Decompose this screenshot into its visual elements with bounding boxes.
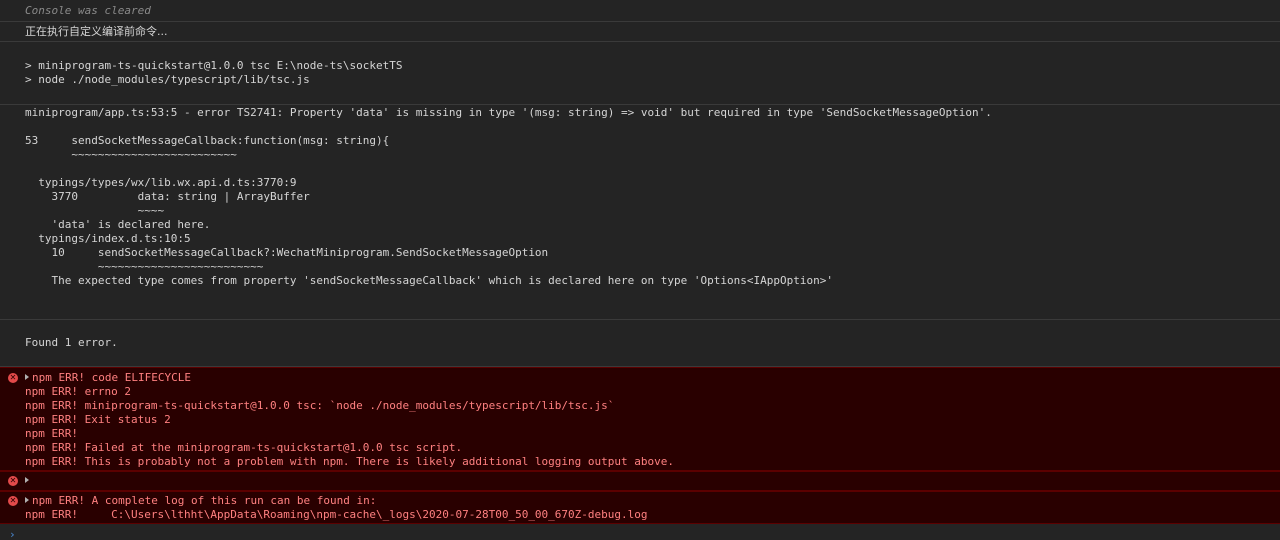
- tsc-output-line: 3770 data: string | ArrayBuffer: [25, 190, 310, 203]
- console-panel: Console was cleared 正在执行自定义编译前命令... > mi…: [0, 0, 1280, 540]
- found-text: Found 1 error.: [25, 336, 118, 349]
- prompt-chevron-icon: ›: [9, 528, 16, 540]
- console-prompt: ›: [0, 526, 1280, 540]
- error-circle-icon: ✕: [8, 373, 18, 383]
- error-circle-icon: ✕: [8, 476, 18, 486]
- info-text: 正在执行自定义编译前命令...: [25, 25, 168, 38]
- console-error-message: ✕ npm ERR! code ELIFECYCLE npm ERR! errn…: [0, 367, 1280, 471]
- console-command-message: > miniprogram-ts-quickstart@1.0.0 tsc E:…: [0, 42, 1280, 105]
- console-tsc-output-message: miniprogram/app.ts:53:5 - error TS2741: …: [0, 105, 1280, 320]
- tsc-output-line: typings/index.d.ts:10:5: [25, 232, 191, 245]
- tsc-output-line: ~~~~: [25, 204, 165, 217]
- triangle-right-icon: [25, 497, 29, 503]
- tsc-output-line: 'data' is declared here.: [25, 218, 211, 231]
- error-line: npm ERR! A complete log of this run can …: [32, 494, 377, 507]
- console-input[interactable]: [25, 526, 1265, 540]
- tsc-output-line: The expected type comes from property 's…: [25, 274, 833, 287]
- error-line: npm ERR! Exit status 2: [25, 413, 171, 426]
- error-line: npm ERR! code ELIFECYCLE: [32, 371, 191, 384]
- error-line: npm ERR! This is probably not a problem …: [25, 455, 675, 468]
- triangle-right-icon: [25, 477, 29, 483]
- tsc-output-line: 53 sendSocketMessageCallback:function(ms…: [25, 134, 390, 147]
- error-circle-icon: ✕: [8, 496, 18, 506]
- cleared-text: Console was cleared: [25, 4, 151, 17]
- triangle-right-icon: [25, 374, 29, 380]
- tsc-output-line: typings/types/wx/lib.wx.api.d.ts:3770:9: [25, 176, 297, 189]
- error-line: npm ERR! errno 2: [25, 385, 131, 398]
- error-expand-toggle[interactable]: npm ERR! code ELIFECYCLE: [25, 371, 191, 385]
- tsc-output-line: ~~~~~~~~~~~~~~~~~~~~~~~~~: [25, 260, 264, 273]
- error-line: npm ERR! miniprogram-ts-quickstart@1.0.0…: [25, 399, 615, 412]
- console-cleared-message: Console was cleared: [0, 0, 1280, 22]
- tsc-output-line: miniprogram/app.ts:53:5 - error TS2741: …: [25, 106, 992, 119]
- console-error-message: ✕: [0, 471, 1280, 491]
- error-line: npm ERR! Failed at the miniprogram-ts-qu…: [25, 441, 463, 454]
- tsc-output-line: ~~~~~~~~~~~~~~~~~~~~~~~~~: [25, 148, 237, 161]
- error-line: npm ERR! C:\Users\lthht\AppData\Roaming\…: [25, 508, 648, 521]
- console-error-message: ✕ npm ERR! A complete log of this run ca…: [0, 491, 1280, 524]
- command-line: > miniprogram-ts-quickstart@1.0.0 tsc E:…: [25, 59, 403, 72]
- error-line: npm ERR!: [25, 427, 78, 440]
- tsc-output-line: 10 sendSocketMessageCallback?:WechatMini…: [25, 246, 549, 259]
- console-info-message: 正在执行自定义编译前命令...: [0, 22, 1280, 42]
- console-found-message: Found 1 error.: [0, 320, 1280, 367]
- error-expand-toggle[interactable]: [25, 474, 32, 488]
- error-expand-toggle[interactable]: npm ERR! A complete log of this run can …: [25, 494, 376, 508]
- tsc-output-line: [25, 120, 1280, 134]
- tsc-output-line: [25, 162, 1280, 176]
- command-line: > node ./node_modules/typescript/lib/tsc…: [25, 73, 310, 86]
